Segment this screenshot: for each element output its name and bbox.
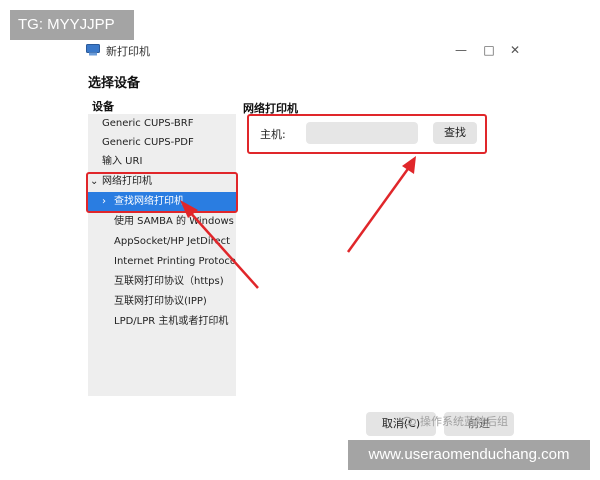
section-title: 选择设备 bbox=[88, 76, 141, 91]
minimize-button[interactable]: — bbox=[452, 41, 470, 59]
device-item-label: 输入 URI bbox=[102, 156, 143, 167]
device-item-label: Generic CUPS-BRF bbox=[102, 118, 194, 129]
window-titlebar: 新打印机 — □ ✕ bbox=[84, 40, 524, 62]
device-item-ipp-cn[interactable]: 互联网打印协议(IPP) bbox=[88, 292, 236, 311]
device-item-ipp[interactable]: Internet Printing Protocol bbox=[88, 252, 236, 271]
device-item-enter-uri[interactable]: 输入 URI bbox=[88, 152, 236, 171]
arrow-to-host-input bbox=[346, 156, 416, 253]
device-item-label: 互联网打印协议(IPP) bbox=[114, 296, 207, 307]
device-item-label: Generic CUPS-PDF bbox=[102, 137, 194, 148]
device-item-cups-brf[interactable]: Generic CUPS-BRF bbox=[88, 114, 236, 133]
close-button[interactable]: ✕ bbox=[506, 41, 524, 59]
maximize-button[interactable]: □ bbox=[480, 41, 498, 59]
watermark-top-left: TG: MYYJJPP bbox=[10, 10, 134, 40]
device-item-ipp-https[interactable]: 互联网打印协议（https) bbox=[88, 272, 236, 291]
wechat-icon bbox=[402, 416, 416, 426]
source-watermark: 操作系统蓝效后组 bbox=[420, 415, 508, 428]
device-item-label: LPD/LPR 主机或者打印机 bbox=[114, 316, 229, 327]
watermark-bottom-right: www.useraomenduchang.com bbox=[348, 440, 590, 470]
device-item-samba[interactable]: 使用 SAMBA 的 Windows 打 bbox=[88, 212, 236, 231]
printer-icon bbox=[86, 44, 100, 56]
device-item-lpd[interactable]: LPD/LPR 主机或者打印机 bbox=[88, 312, 236, 331]
device-item-label: Internet Printing Protocol bbox=[114, 256, 236, 267]
device-item-label: 互联网打印协议（https) bbox=[114, 276, 224, 287]
device-list: Generic CUPS-BRF Generic CUPS-PDF 输入 URI… bbox=[88, 114, 236, 396]
device-list-header: 设备 bbox=[92, 100, 114, 113]
highlight-box-network-printer bbox=[86, 172, 238, 213]
highlight-box-host bbox=[247, 114, 487, 154]
device-item-label: 使用 SAMBA 的 Windows 打 bbox=[114, 216, 236, 227]
device-item-appsocket[interactable]: AppSocket/HP JetDirect bbox=[88, 232, 236, 251]
device-item-label: AppSocket/HP JetDirect bbox=[114, 236, 231, 247]
window-title: 新打印机 bbox=[106, 45, 150, 58]
device-item-cups-pdf[interactable]: Generic CUPS-PDF bbox=[88, 133, 236, 152]
